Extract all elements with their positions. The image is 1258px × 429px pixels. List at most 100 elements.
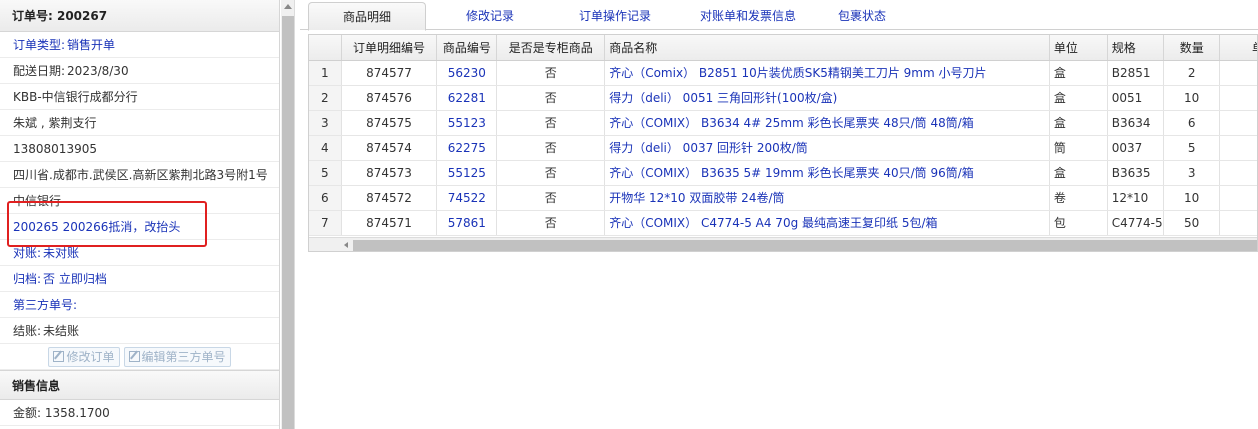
column-header-spec[interactable]: 规格 (1107, 35, 1165, 61)
tab-modification-log[interactable]: 修改记录 (440, 2, 540, 30)
product-name-cell[interactable]: 齐心（Comix） B2851 10片装优质SK5精钢美工刀片 9mm 小号刀片 (604, 60, 1050, 86)
product-code-cell[interactable]: 62275 (436, 135, 498, 161)
row-number: 3 (309, 110, 342, 136)
product-table: 订单明细编号 商品编号 是否是专柜商品 商品名称 单位 规格 数量 单价 187… (309, 35, 1257, 236)
counter-product-cell: 否 (496, 110, 606, 136)
table-row[interactable]: 6 874572 74522 否开物华 12*10 双面胶带 24卷/筒卷 12*10 1… (309, 185, 1257, 211)
product-name-cell[interactable]: 齐心（COMIX） B3634 4# 25mm 彩色长尾票夹 48只/筒 48筒… (604, 110, 1050, 136)
detail-id-cell: 874574 (341, 135, 438, 161)
spec-cell: 12*10 (1107, 185, 1165, 211)
scroll-left-arrow-icon[interactable] (344, 242, 348, 248)
row-number: 5 (309, 160, 342, 186)
column-header-counter-product[interactable]: 是否是专柜商品 (496, 35, 606, 61)
order-info-value[interactable]: 未对账 (43, 246, 79, 260)
order-info-row: 13808013905 (0, 136, 279, 162)
tab-product-details[interactable]: 商品明细 (308, 2, 426, 31)
unit-price-cell: 5.07 (1219, 160, 1257, 186)
quantity-cell: 10 (1163, 85, 1220, 111)
row-number: 4 (309, 135, 342, 161)
order-info-row[interactable]: 订单类型: 销售开单 (0, 32, 279, 58)
tab-package-status[interactable]: 包裹状态 (822, 2, 902, 30)
column-header[interactable] (309, 35, 342, 61)
edit-third-party-number-button[interactable]: 编辑第三方单号 (123, 346, 231, 367)
unit-cell: 盒 (1049, 60, 1108, 86)
left-panel-scrollbar[interactable] (281, 0, 295, 429)
order-info-value: 四川省.成都市.武侯区.高新区紫荆北路3号附1号 (13, 168, 268, 182)
spec-cell: 0037 (1107, 135, 1165, 161)
order-number-title: 订单号: 200267 (0, 0, 279, 32)
quantity-cell: 3 (1163, 160, 1220, 186)
quantity-cell: 10 (1163, 185, 1220, 211)
unit-cell: 盒 (1049, 110, 1108, 136)
table-row[interactable]: 5 874573 55125 否齐心（COMIX） B3635 5# 19mm 彩色长… (309, 160, 1257, 186)
product-name-cell[interactable]: 得力（deli） 0037 回形针 200枚/筒 (604, 135, 1050, 161)
column-header-quantity[interactable]: 数量 (1163, 35, 1220, 61)
product-name-cell[interactable]: 齐心（COMIX） C4774-5 A4 70g 最纯高速王复印纸 5包/箱 (604, 210, 1050, 236)
counter-product-cell: 否 (496, 135, 606, 161)
order-info-row[interactable]: 第三方单号: (0, 292, 279, 318)
edit-order-button[interactable]: 修改订单 (48, 346, 120, 367)
scroll-up-arrow-icon[interactable] (284, 4, 292, 9)
spec-cell: C4774-5 (1107, 210, 1165, 236)
row-number: 6 (309, 185, 342, 211)
product-code-cell[interactable]: 57861 (436, 210, 498, 236)
horizontal-scrollbar-thumb[interactable] (353, 240, 1257, 251)
product-detail-grid: 订单明细编号 商品编号 是否是专柜商品 商品名称 单位 规格 数量 单价 187… (308, 34, 1258, 252)
spec-cell: B3635 (1107, 160, 1165, 186)
horizontal-scrollbar[interactable] (309, 237, 1257, 251)
column-header-product-name[interactable]: 商品名称 (604, 35, 1050, 61)
order-info-value: 朱斌 , 紫荆支行 (13, 116, 97, 130)
tab-bar: 商品明细 修改记录 订单操作记录 对账单和发票信息 包裹状态 (300, 0, 1258, 31)
product-code-cell[interactable]: 56230 (436, 60, 498, 86)
scrollbar-thumb[interactable] (282, 16, 294, 429)
order-details: 订单类型: 销售开单 配送日期: 2023/8/30 KBB-中信银行成都分行 朱斌 , … (0, 32, 279, 344)
table-row[interactable]: 4 874574 62275 否得力（deli） 0037 回形针 200枚/筒筒 00… (309, 135, 1257, 161)
row-number: 2 (309, 85, 342, 111)
order-info-value[interactable]: 200265 200266抵消，改抬头 (13, 220, 180, 234)
product-name-cell[interactable]: 得力（deli） 0051 三角回形针(100枚/盒) (604, 85, 1050, 111)
unit-cell: 筒 (1049, 135, 1108, 161)
quantity-cell: 50 (1163, 210, 1220, 236)
table-row[interactable]: 2 874576 62281 否得力（deli） 0051 三角回形针(100枚/盒)… (309, 85, 1257, 111)
order-info-row: 配送日期: 2023/8/30 (0, 58, 279, 84)
product-name-cell[interactable]: 开物华 12*10 双面胶带 24卷/筒 (604, 185, 1050, 211)
spec-cell: B2851 (1107, 60, 1165, 86)
detail-id-cell: 874572 (341, 185, 438, 211)
quantity-cell: 5 (1163, 135, 1220, 161)
amount-label: 金额: (13, 406, 42, 420)
edit-icon (53, 351, 65, 362)
table-row[interactable]: 3 874575 55123 否齐心（COMIX） B3634 4# 25mm 彩色长… (309, 110, 1257, 136)
spec-cell: B3634 (1107, 110, 1165, 136)
column-header-unit-price[interactable]: 单价 (1219, 35, 1257, 61)
counter-product-cell: 否 (496, 60, 606, 86)
table-row[interactable]: 1 874577 56230 否齐心（Comix） B2851 10片装优质SK5精钢… (309, 60, 1257, 86)
column-header-unit[interactable]: 单位 (1049, 35, 1108, 61)
order-action-buttons: 修改订单 编辑第三方单号 (0, 344, 279, 370)
product-code-cell[interactable]: 74522 (436, 185, 498, 211)
order-info-value: KBB-中信银行成都分行 (13, 90, 138, 104)
detail-id-cell: 874573 (341, 160, 438, 186)
order-info-row[interactable]: 对账: 未对账 (0, 240, 279, 266)
order-info-row[interactable]: 200265 200266抵消，改抬头 (0, 214, 279, 240)
product-code-cell[interactable]: 62281 (436, 85, 498, 111)
product-code-cell[interactable]: 55125 (436, 160, 498, 186)
sales-info-title: 销售信息 (0, 370, 279, 400)
unit-price-cell: 24.84 (1219, 210, 1257, 236)
column-header-detail-id[interactable]: 订单明细编号 (341, 35, 438, 61)
product-name-cell[interactable]: 齐心（COMIX） B3635 5# 19mm 彩色长尾票夹 40只/筒 96筒… (604, 160, 1050, 186)
counter-product-cell: 否 (496, 85, 606, 111)
unit-price-cell: 1.93 (1219, 185, 1257, 211)
order-info-value[interactable]: 销售开单 (67, 38, 115, 52)
detail-id-cell: 874577 (341, 60, 438, 86)
product-code-cell[interactable]: 55123 (436, 110, 498, 136)
table-row[interactable]: 7 874571 57861 否齐心（COMIX） C4774-5 A4 70g 最纯… (309, 210, 1257, 236)
unit-price-cell: 2.07 (1219, 60, 1257, 86)
order-info-label: 第三方单号: (13, 298, 78, 312)
order-info-value[interactable]: 否 立即归档 (43, 272, 107, 286)
order-info-row: 中信银行 (0, 188, 279, 214)
order-info-row[interactable]: 归档: 否 立即归档 (0, 266, 279, 292)
column-header-product-code[interactable]: 商品编号 (436, 35, 498, 61)
amount-value: 1358.1700 (44, 406, 110, 420)
tab-statement-invoice[interactable]: 对账单和发票信息 (680, 2, 816, 30)
tab-order-operation-log[interactable]: 订单操作记录 (562, 2, 668, 30)
